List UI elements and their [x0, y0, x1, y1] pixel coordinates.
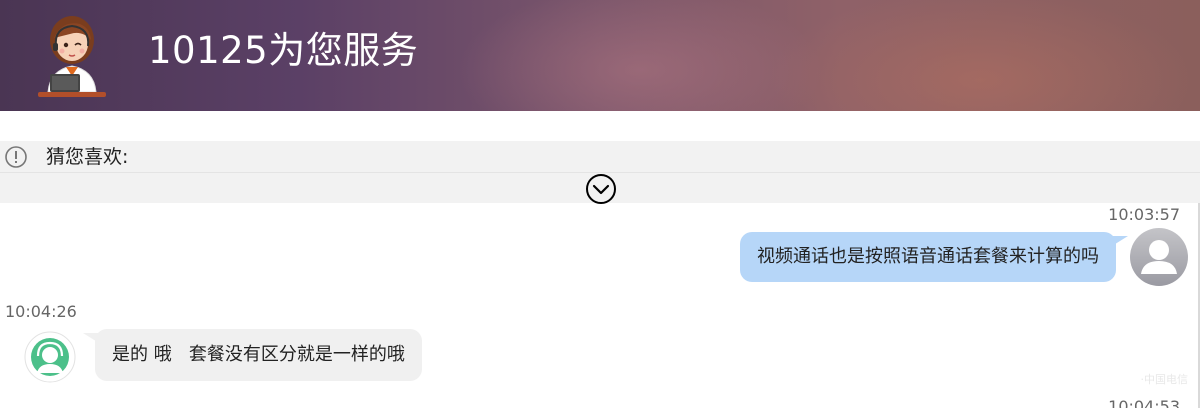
chat-page: 10125为您服务 猜您喜欢: 10:03:57 视频通话也是按照语音通话套餐来…	[0, 0, 1200, 408]
user-message-bubble: 视频通话也是按照语音通话套餐来计算的吗	[740, 232, 1128, 282]
customer-service-agent-icon	[38, 16, 106, 97]
page-title: 10125为您服务	[148, 29, 419, 72]
suggestion-label: 猜您喜欢:	[46, 146, 129, 168]
watermark: ·中国电信	[1140, 373, 1189, 386]
chevron-down-icon[interactable]	[585, 173, 617, 205]
user-avatar-icon	[1130, 228, 1188, 286]
info-icon	[5, 146, 27, 168]
suggestion-bar: 猜您喜欢:	[0, 141, 1200, 173]
header-banner: 10125为您服务	[0, 0, 1200, 111]
agent-avatar-icon	[24, 331, 76, 383]
message-timestamp: 10:04:26	[5, 302, 77, 321]
message-timestamp: 10:03:57	[1108, 205, 1180, 224]
chat-history[interactable]: 10:03:57 视频通话也是按照语音通话套餐来计算的吗 10:04:26 是的…	[0, 203, 1200, 408]
agent-message-bubble: 是的 哦 套餐没有区分就是一样的哦	[83, 329, 422, 381]
expand-bar	[0, 173, 1200, 205]
message-timestamp: 10:04:53	[1108, 397, 1180, 408]
